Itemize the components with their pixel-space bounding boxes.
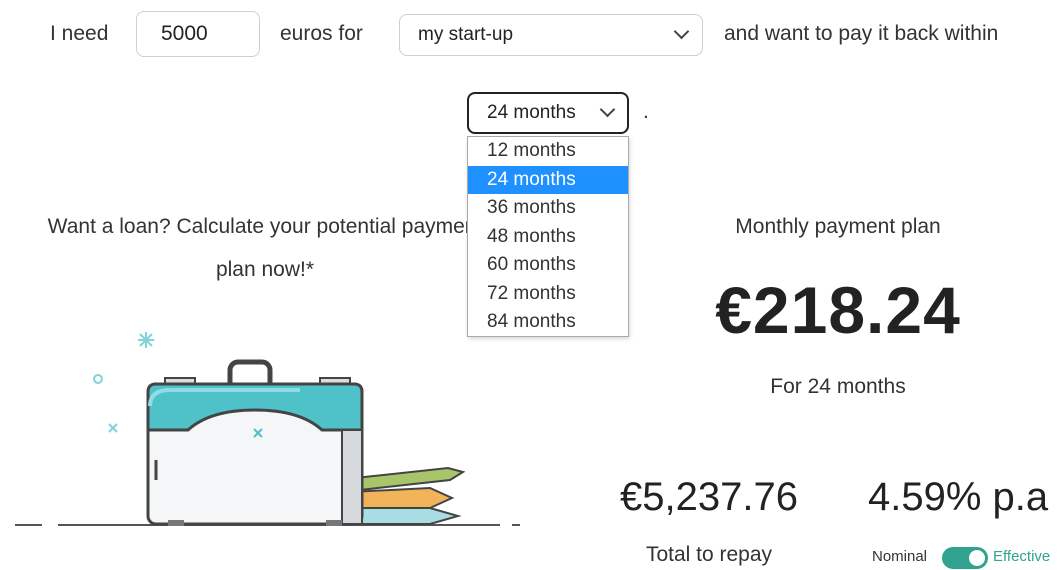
term-option[interactable]: 48 months: [468, 223, 628, 252]
term-dropdown-list[interactable]: 12 months 24 months 36 months 48 months 60 m…: [467, 136, 629, 337]
term-option[interactable]: 60 months: [468, 251, 628, 280]
sentence-suffix: and want to pay it back within: [724, 22, 999, 45]
result-title: Monthly payment plan: [735, 215, 941, 238]
briefcase-pencils-illustration: [15, 332, 520, 526]
total-repay-label: Total to repay: [645, 543, 773, 566]
chevron-down-icon: [599, 101, 616, 118]
loan-amount-input[interactable]: 5000: [136, 11, 260, 57]
promo-text: Want a loan? Calculate your potential pa…: [0, 205, 530, 291]
term-option[interactable]: 24 months: [468, 165, 628, 194]
toggle-knob: [969, 550, 985, 566]
currency-label: euros for: [280, 22, 363, 45]
interest-rate-value: 4.59% p.a: [868, 475, 1049, 519]
purpose-selected-value: my start-up: [418, 24, 514, 45]
sentence-end-punct: .: [643, 100, 649, 123]
total-repay-value: €5,237.76: [620, 475, 798, 519]
toggle-left-label: Nominal: [872, 548, 928, 565]
purpose-select[interactable]: my start-up: [399, 14, 703, 56]
term-select[interactable]: 24 months: [467, 92, 629, 134]
rate-type-toggle-row: Nominal Effective: [872, 547, 1050, 570]
promo-line-2: plan now!*: [215, 258, 315, 281]
term-option[interactable]: 84 months: [468, 308, 628, 337]
nominal-effective-toggle[interactable]: [942, 547, 988, 569]
monthly-payment-amount: €218.24: [715, 273, 961, 347]
result-duration: For 24 months: [770, 375, 906, 398]
chevron-down-icon: [673, 23, 690, 40]
sentence-prefix: I need: [50, 22, 109, 45]
toggle-right-label: Effective: [993, 548, 1051, 565]
term-option[interactable]: 72 months: [468, 280, 628, 309]
term-selected-value: 24 months: [487, 102, 576, 123]
term-option[interactable]: 36 months: [468, 194, 628, 223]
term-option[interactable]: 12 months: [468, 137, 628, 166]
promo-line-1: Want a loan? Calculate your potential pa…: [47, 215, 483, 238]
